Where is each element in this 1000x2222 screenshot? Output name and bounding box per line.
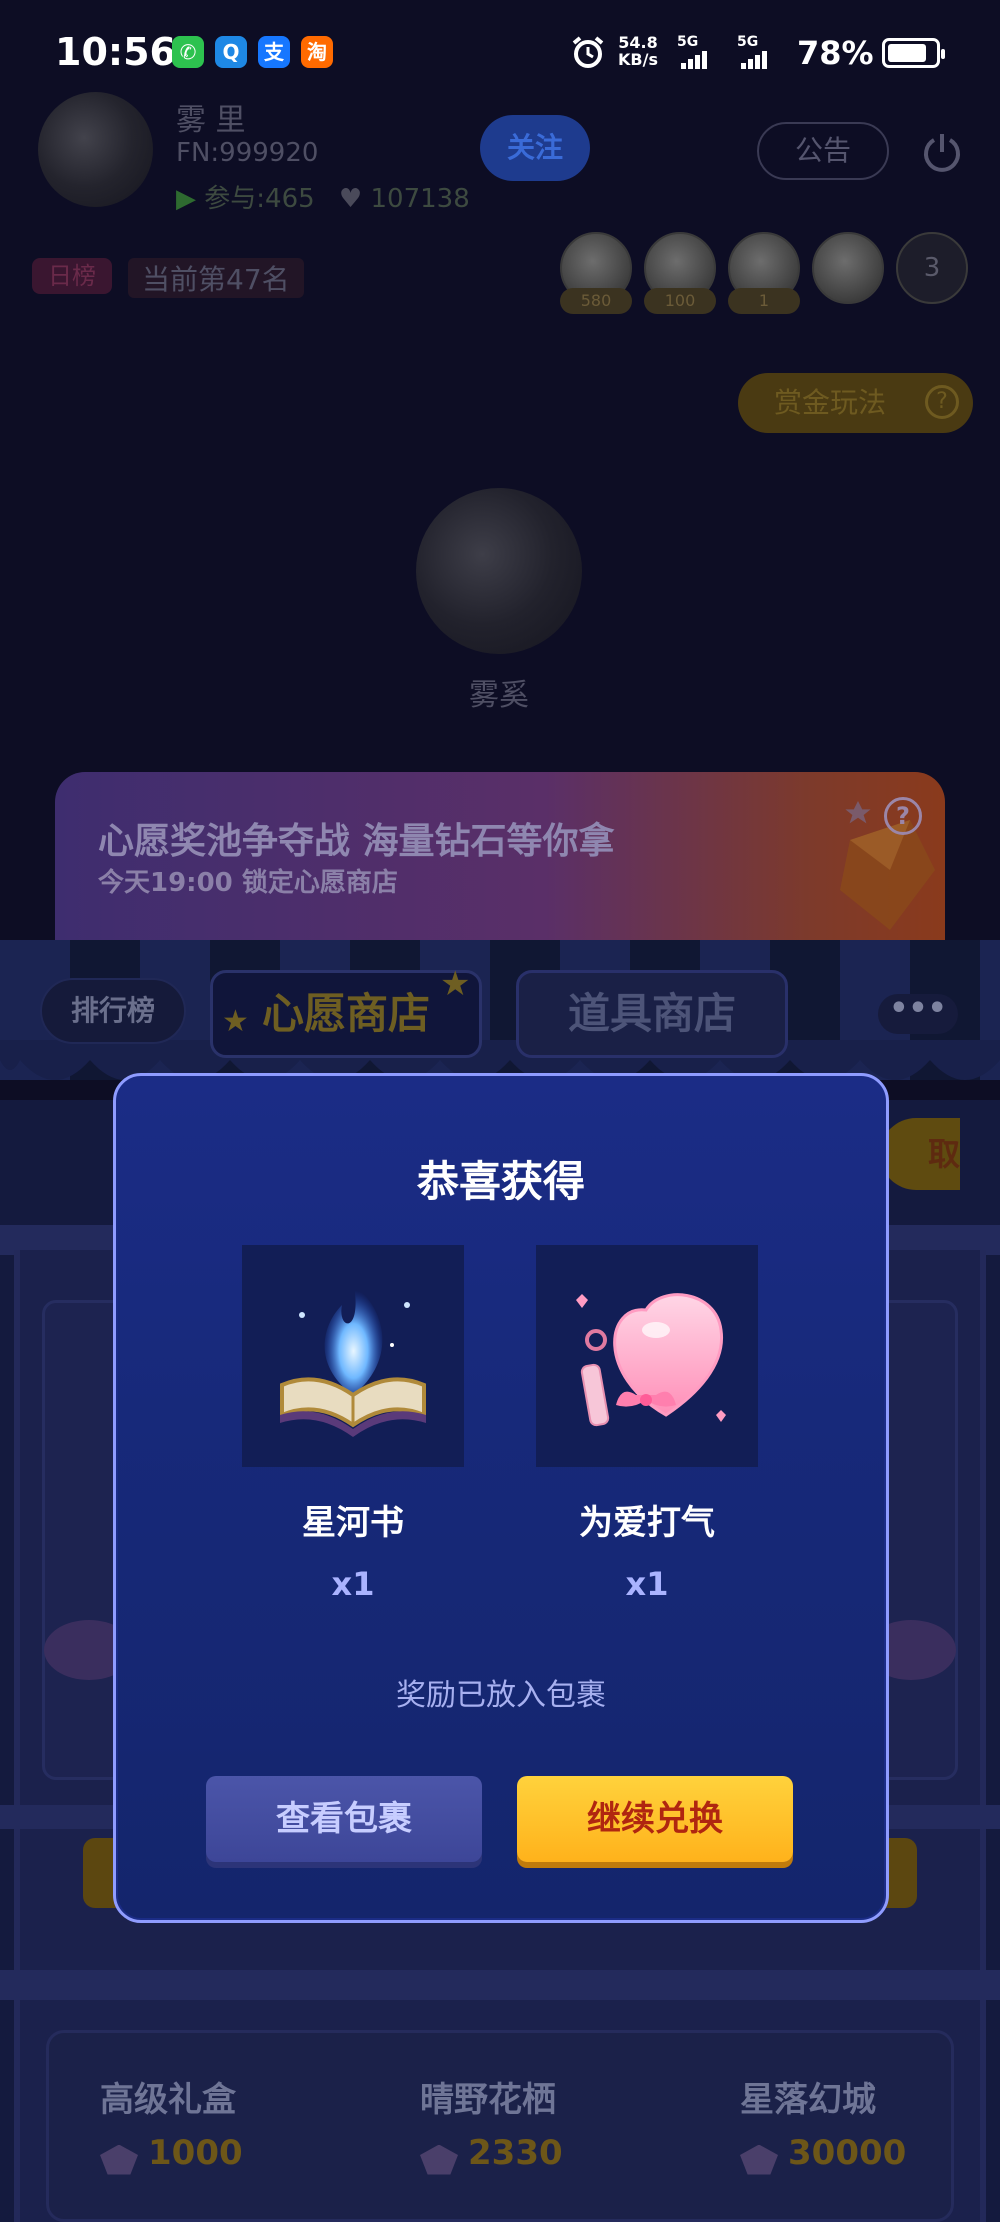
host-avatar[interactable]	[416, 488, 582, 654]
streamer-stats: ▶ 参与:465 ♥ 107138	[176, 184, 470, 214]
more-button[interactable]: •••	[878, 994, 958, 1034]
power-icon[interactable]	[920, 130, 964, 174]
banner-title: 心愿奖池争夺战 海量钻石等你拿	[98, 821, 615, 862]
magic-book-icon	[280, 1285, 426, 1437]
gem-icon	[100, 2144, 138, 2175]
gem-icon	[420, 2144, 458, 2175]
bounty-play-button[interactable]: 赏金玩法 ?	[738, 373, 973, 433]
audience-tag: 580	[560, 288, 632, 314]
signal-sim2-icon: 5G	[737, 34, 769, 70]
banner-help-icon[interactable]: ?	[884, 797, 922, 835]
help-icon[interactable]: ?	[925, 385, 959, 419]
star-icon: ★	[222, 1004, 249, 1039]
product-item[interactable]: 晴野花栖 2330	[420, 2072, 620, 2175]
alarm-icon	[572, 36, 604, 68]
net-speed: 54.8 KB/s	[618, 33, 658, 69]
continue-exchange-button[interactable]: 继续兑换	[517, 1776, 793, 1862]
reward-item-name: 为爱打气	[579, 1503, 715, 1543]
reward-note: 奖励已放入包裹	[396, 1678, 606, 1713]
battery-icon	[882, 38, 945, 68]
star-icon: ★	[440, 964, 471, 1004]
rank-badge: 日榜	[32, 258, 112, 294]
audience-tag: 100	[644, 288, 716, 314]
follow-button[interactable]: 关注	[480, 115, 590, 181]
reward-item-name: 星河书	[302, 1503, 404, 1543]
tab-rank[interactable]: 排行榜	[40, 978, 186, 1044]
reward-item-count: x1	[625, 1565, 669, 1603]
status-bar: 10:56 ✆ Q 支 淘 54.8 KB/s 5G 5G 78%	[0, 0, 1000, 90]
heart-balloon-icon	[576, 1293, 726, 1427]
view-bag-button[interactable]: 查看包裹	[206, 1776, 482, 1862]
audience-avatar[interactable]	[812, 232, 884, 304]
reward-item-image	[536, 1245, 758, 1467]
streamer-avatar[interactable]	[38, 92, 153, 207]
battery-percent: 78%	[797, 34, 874, 72]
qq-icon: Q	[215, 36, 247, 68]
audience-tag: 1	[728, 288, 800, 314]
streamer-id: FN:999920	[176, 138, 319, 168]
dialog-title: 恭喜获得	[416, 1157, 585, 1206]
rank-text: 当前第47名	[128, 258, 304, 298]
signal-sim1-icon: 5G	[677, 34, 709, 70]
shop-rail	[0, 1970, 1000, 2000]
notice-button[interactable]: 公告	[757, 122, 889, 180]
audience-count[interactable]: 3	[896, 232, 968, 304]
reward-item-image	[242, 1245, 464, 1467]
host-name: 雾奚	[469, 678, 529, 713]
streamer-name: 雾 里	[176, 103, 246, 138]
gem-icon	[740, 2144, 778, 2175]
clock: 10:56	[55, 30, 176, 74]
claim-button[interactable]: 取	[880, 1118, 960, 1190]
alipay-icon: 支	[258, 36, 290, 68]
wechat-icon: ✆	[172, 36, 204, 68]
product-item[interactable]: 高级礼盒 1000	[100, 2072, 300, 2175]
taobao-icon: 淘	[301, 36, 333, 68]
product-item[interactable]: 星落幻城 30000	[740, 2072, 960, 2175]
reward-item-count: x1	[331, 1565, 375, 1603]
tab-prop-shop[interactable]: 道具商店	[516, 970, 788, 1058]
banner-subtitle: 今天19:00 锁定心愿商店	[98, 868, 398, 898]
